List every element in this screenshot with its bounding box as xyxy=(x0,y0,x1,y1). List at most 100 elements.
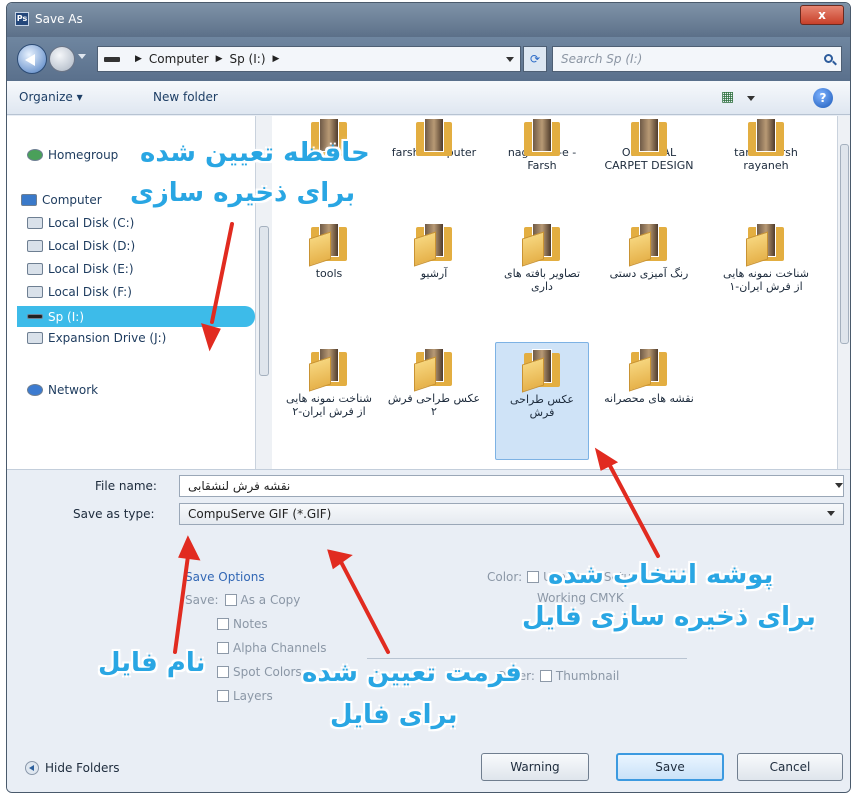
spot-colors-checkbox[interactable] xyxy=(217,666,229,678)
annotation-save-location-line1: حافظه تعیین شده xyxy=(140,138,370,168)
nav-item-label: Expansion Drive (J:) xyxy=(48,331,167,345)
folder-item[interactable]: ORIENTAL CARPET DESIGN xyxy=(602,116,696,172)
folder-label: شناخت نمونه هایی از فرش ایران-۲ xyxy=(286,392,372,418)
breadcrumb-computer[interactable]: Computer xyxy=(149,52,209,66)
notes-option[interactable]: Notes xyxy=(217,617,268,631)
folder-item[interactable]: naghashi-e -Farsh xyxy=(495,116,589,172)
file-list: 001 farsh computer naghashi-e -Farsh ORI… xyxy=(272,116,837,469)
help-icon[interactable]: ? xyxy=(813,88,833,108)
alpha-channels-option[interactable]: Alpha Channels xyxy=(217,641,326,655)
chevron-down-icon[interactable] xyxy=(835,483,843,488)
thumbnail-checkbox[interactable] xyxy=(539,670,552,682)
drive-icon xyxy=(27,217,43,229)
alpha-channels-checkbox[interactable] xyxy=(217,642,229,654)
folder-item[interactable]: farsh computer xyxy=(387,116,481,159)
app-icon: Ps xyxy=(15,12,29,26)
folder-label: نقشه های محصرانه xyxy=(604,392,694,405)
folder-item[interactable]: tarahi farsh rayaneh xyxy=(719,116,813,172)
homegroup-icon xyxy=(27,149,43,161)
notes-checkbox[interactable] xyxy=(217,618,229,630)
navigation-bar: ▶ Computer ▶ Sp (I:) ▶ ⟳ Search Sp (I:) xyxy=(7,37,850,81)
drive-icon xyxy=(27,240,43,252)
nav-item-computer[interactable]: Computer xyxy=(21,193,102,207)
folder-item[interactable]: آرشیو xyxy=(387,221,481,280)
views-dropdown-icon[interactable] xyxy=(747,96,755,101)
nav-item-local-disk-c[interactable]: Local Disk (C:) xyxy=(27,216,134,230)
recent-locations-dropdown[interactable] xyxy=(78,54,86,59)
breadcrumb-sp-drive[interactable]: Sp (I:) xyxy=(230,52,266,66)
computer-icon xyxy=(21,194,37,206)
organize-menu[interactable]: Organize ▾ xyxy=(19,90,83,104)
folder-item[interactable]: شناخت نمونه هایی از فرش ایران-۱ xyxy=(719,221,813,293)
folder-icon xyxy=(629,116,669,156)
folder-label: آرشیو xyxy=(420,267,448,280)
hide-folders-toggle[interactable]: Hide Folders xyxy=(25,761,120,775)
folder-label: عکس طراحی فرش xyxy=(509,393,574,419)
nav-item-label: Sp (I:) xyxy=(48,309,84,324)
chevron-down-icon[interactable] xyxy=(827,511,835,516)
nav-item-homegroup[interactable]: Homegroup xyxy=(27,148,118,162)
as-a-copy-checkbox[interactable] xyxy=(224,594,237,606)
nav-item-local-disk-d[interactable]: Local Disk (D:) xyxy=(27,239,135,253)
search-input[interactable]: Search Sp (I:) xyxy=(552,46,842,72)
nav-item-label: Network xyxy=(48,383,99,397)
navigation-pane: Homegroup Computer Local Disk (C:) Local… xyxy=(7,116,255,469)
close-button[interactable]: x xyxy=(800,5,844,25)
folder-icon xyxy=(309,221,349,267)
annotation-save-location-line2: برای ذخیره سازی xyxy=(130,178,356,208)
breadcrumb-separator-icon[interactable]: ▶ xyxy=(135,54,142,64)
save-button[interactable]: Save xyxy=(616,753,724,781)
annotation-file-name: نام فایل xyxy=(98,648,206,678)
folder-label: tools xyxy=(315,267,343,280)
layers-label: Layers xyxy=(233,689,273,703)
folder-icon xyxy=(629,221,669,267)
new-folder-button[interactable]: New folder xyxy=(153,90,218,104)
cancel-button[interactable]: Cancel xyxy=(737,753,843,781)
nav-item-sp-drive[interactable]: Sp (I:) xyxy=(17,306,255,327)
layers-checkbox[interactable] xyxy=(217,690,229,702)
layers-option[interactable]: Layers xyxy=(217,689,273,703)
folder-label: رنگ آمیزی دستی xyxy=(609,267,689,280)
address-dropdown-icon[interactable] xyxy=(506,56,514,62)
save-as-type-value: CompuServe GIF (*.GIF) xyxy=(188,507,332,521)
nav-item-local-disk-e[interactable]: Local Disk (E:) xyxy=(27,262,134,276)
drive-icon xyxy=(27,332,43,344)
nav-scrollbar[interactable] xyxy=(255,116,272,469)
spot-colors-option[interactable]: Spot Colors xyxy=(217,665,302,679)
breadcrumb-separator-icon[interactable]: ▶ xyxy=(216,54,223,64)
nav-item-local-disk-f[interactable]: Local Disk (F:) xyxy=(27,285,132,299)
title-bar[interactable]: Ps Save As x xyxy=(7,3,850,37)
back-button[interactable] xyxy=(17,44,47,74)
folder-icon xyxy=(522,116,562,156)
folder-icon xyxy=(414,221,454,267)
file-list-scrollbar[interactable] xyxy=(837,116,850,469)
address-bar[interactable]: ▶ Computer ▶ Sp (I:) ▶ xyxy=(97,46,521,72)
folder-icon xyxy=(522,347,562,393)
nav-item-expansion-drive[interactable]: Expansion Drive (J:) xyxy=(27,331,166,345)
selected-folder-item[interactable]: عکس طراحی فرش xyxy=(495,342,589,460)
save-as-type-select[interactable]: CompuServe GIF (*.GIF) xyxy=(179,503,844,525)
nav-item-network[interactable]: Network xyxy=(27,383,98,397)
refresh-icon[interactable]: ⟳ xyxy=(523,46,547,72)
breadcrumb-separator-icon[interactable]: ▶ xyxy=(273,54,280,64)
nav-item-label: Homegroup xyxy=(48,148,119,162)
folder-item[interactable]: رنگ آمیزی دستی xyxy=(602,221,696,280)
warning-button[interactable]: Warning xyxy=(481,753,589,781)
search-icon[interactable] xyxy=(824,54,833,63)
alpha-channels-label: Alpha Channels xyxy=(233,641,327,655)
color-label: Color: xyxy=(487,570,523,584)
forward-button[interactable] xyxy=(49,46,75,72)
file-name-field[interactable]: نقشه فرش لنشقابی xyxy=(179,475,844,497)
thumbnail-label: Thumbnail xyxy=(555,669,620,683)
folder-item[interactable]: شناخت نمونه هایی از فرش ایران-۲ xyxy=(282,346,376,418)
folder-item[interactable]: نقشه های محصرانه xyxy=(602,346,696,405)
folder-item[interactable]: tools xyxy=(282,221,376,280)
folder-item[interactable]: تصاویر بافته های داری xyxy=(495,221,589,293)
scrollbar-thumb[interactable] xyxy=(840,144,849,344)
views-icon[interactable]: ▦ xyxy=(721,89,734,105)
folder-item[interactable]: عکس طراحی فرش ۲ xyxy=(387,346,481,418)
scrollbar-thumb[interactable] xyxy=(259,226,269,376)
folder-icon xyxy=(309,346,349,392)
annotation-selected-folder-line1: پوشه انتخاب شده xyxy=(548,560,774,590)
use-proof-setup-checkbox[interactable] xyxy=(527,571,540,583)
